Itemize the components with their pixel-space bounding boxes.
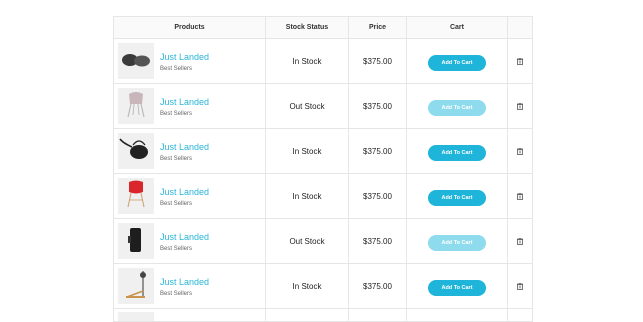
header-stock-status: Stock Status bbox=[265, 16, 349, 39]
header-remove bbox=[507, 16, 533, 39]
trash-icon[interactable] bbox=[517, 187, 523, 200]
header-price: Price bbox=[348, 16, 407, 39]
kettle-icon bbox=[119, 137, 153, 166]
table-row: Just Landed Best Sellers In Stock $375.0… bbox=[113, 173, 533, 219]
product-thumbnail[interactable] bbox=[118, 178, 154, 214]
product-price: $375.00 bbox=[348, 128, 407, 174]
trash-icon[interactable] bbox=[517, 277, 523, 290]
remove-cell bbox=[507, 83, 533, 129]
product-cell: Just Landed Best Sellers bbox=[113, 128, 266, 174]
trash-icon[interactable] bbox=[517, 97, 523, 110]
pink-chair-icon bbox=[125, 90, 147, 123]
product-name-link[interactable]: Just Landed bbox=[160, 96, 209, 108]
remove-cell bbox=[507, 173, 533, 219]
stock-status: In Stock bbox=[265, 173, 349, 219]
product-cell: Just Landed Best Sellers bbox=[113, 83, 266, 129]
product-name-link[interactable]: Just Landed bbox=[160, 276, 209, 288]
header-products: Products bbox=[113, 16, 266, 39]
add-to-cart-button[interactable]: Add To Cart bbox=[428, 235, 486, 251]
product-price: $375.00 bbox=[348, 173, 407, 219]
cart-cell: Add To Cart bbox=[406, 128, 508, 174]
remove-cell bbox=[507, 38, 533, 84]
product-name-link[interactable]: Just Landed bbox=[160, 231, 209, 243]
trash-icon[interactable] bbox=[517, 232, 523, 245]
product-name-link[interactable]: Just Landed bbox=[160, 141, 209, 153]
product-name-link[interactable]: Just Landed bbox=[160, 186, 209, 198]
remove-cell bbox=[507, 128, 533, 174]
product-price: $375.00 bbox=[348, 83, 407, 129]
product-category: Best Sellers bbox=[160, 155, 193, 162]
product-category: Best Sellers bbox=[160, 110, 193, 117]
lamp-icon bbox=[123, 269, 149, 304]
speaker-icon bbox=[126, 224, 146, 259]
product-category: Best Sellers bbox=[160, 200, 193, 207]
wishlist-table: Products Stock Status Price Cart Just La… bbox=[113, 16, 533, 322]
trash-icon[interactable] bbox=[517, 52, 523, 65]
table-row: Just Landed Best Sellers In Stock $375.0… bbox=[113, 263, 533, 309]
add-to-cart-button[interactable]: Add To Cart bbox=[428, 55, 486, 71]
stock-status: In Stock bbox=[265, 38, 349, 84]
remove-cell bbox=[507, 263, 533, 309]
stock-status: Out Stock bbox=[265, 218, 349, 264]
product-thumbnail[interactable] bbox=[118, 43, 154, 79]
product-price: $375.00 bbox=[348, 218, 407, 264]
remove-cell bbox=[507, 218, 533, 264]
product-cell: Just Landed Best Sellers bbox=[113, 218, 266, 264]
product-cell: Just Landed Best Sellers bbox=[113, 263, 266, 309]
product-cell: Just Landed Best Sellers bbox=[113, 173, 266, 219]
header-cart: Cart bbox=[406, 16, 508, 39]
product-thumbnail[interactable] bbox=[118, 223, 154, 259]
product-price: $375.00 bbox=[348, 38, 407, 84]
product-thumbnail[interactable] bbox=[118, 268, 154, 304]
add-to-cart-button[interactable]: Add To Cart bbox=[428, 280, 486, 296]
product-category: Best Sellers bbox=[160, 65, 193, 72]
table-row: Just Landed Best Sellers Out Stock $375.… bbox=[113, 218, 533, 264]
product-thumbnail[interactable] bbox=[118, 88, 154, 124]
table-row: Just Landed Best Sellers In Stock $375.0… bbox=[113, 38, 533, 84]
red-chair-icon bbox=[124, 180, 148, 213]
stock-status: In Stock bbox=[265, 263, 349, 309]
stock-status: In Stock bbox=[265, 128, 349, 174]
cart-cell: Add To Cart bbox=[406, 38, 508, 84]
product-thumbnail[interactable] bbox=[118, 133, 154, 169]
cart-cell: Add To Cart bbox=[406, 218, 508, 264]
table-header-row: Products Stock Status Price Cart bbox=[113, 16, 533, 39]
table-row: Just Landed Best Sellers In Stock $375.0… bbox=[113, 128, 533, 174]
product-category: Best Sellers bbox=[160, 290, 193, 297]
stones-icon bbox=[121, 49, 151, 74]
stock-status: Out Stock bbox=[265, 83, 349, 129]
add-to-cart-button[interactable]: Add To Cart bbox=[428, 100, 486, 116]
cart-cell: Add To Cart bbox=[406, 173, 508, 219]
cart-cell: Add To Cart bbox=[406, 263, 508, 309]
product-name-link[interactable]: Just Landed bbox=[160, 51, 209, 63]
add-to-cart-button[interactable]: Add To Cart bbox=[428, 190, 486, 206]
add-to-cart-button[interactable]: Add To Cart bbox=[428, 145, 486, 161]
wishlist-container: Products Stock Status Price Cart Just La… bbox=[113, 16, 533, 322]
product-cell: Just Landed Best Sellers bbox=[113, 38, 266, 84]
table-row: Just Landed Best Sellers Out Stock $375.… bbox=[113, 83, 533, 129]
cart-cell: Add To Cart bbox=[406, 83, 508, 129]
product-category: Best Sellers bbox=[160, 245, 193, 252]
trash-icon[interactable] bbox=[517, 142, 523, 155]
product-price: $375.00 bbox=[348, 263, 407, 309]
